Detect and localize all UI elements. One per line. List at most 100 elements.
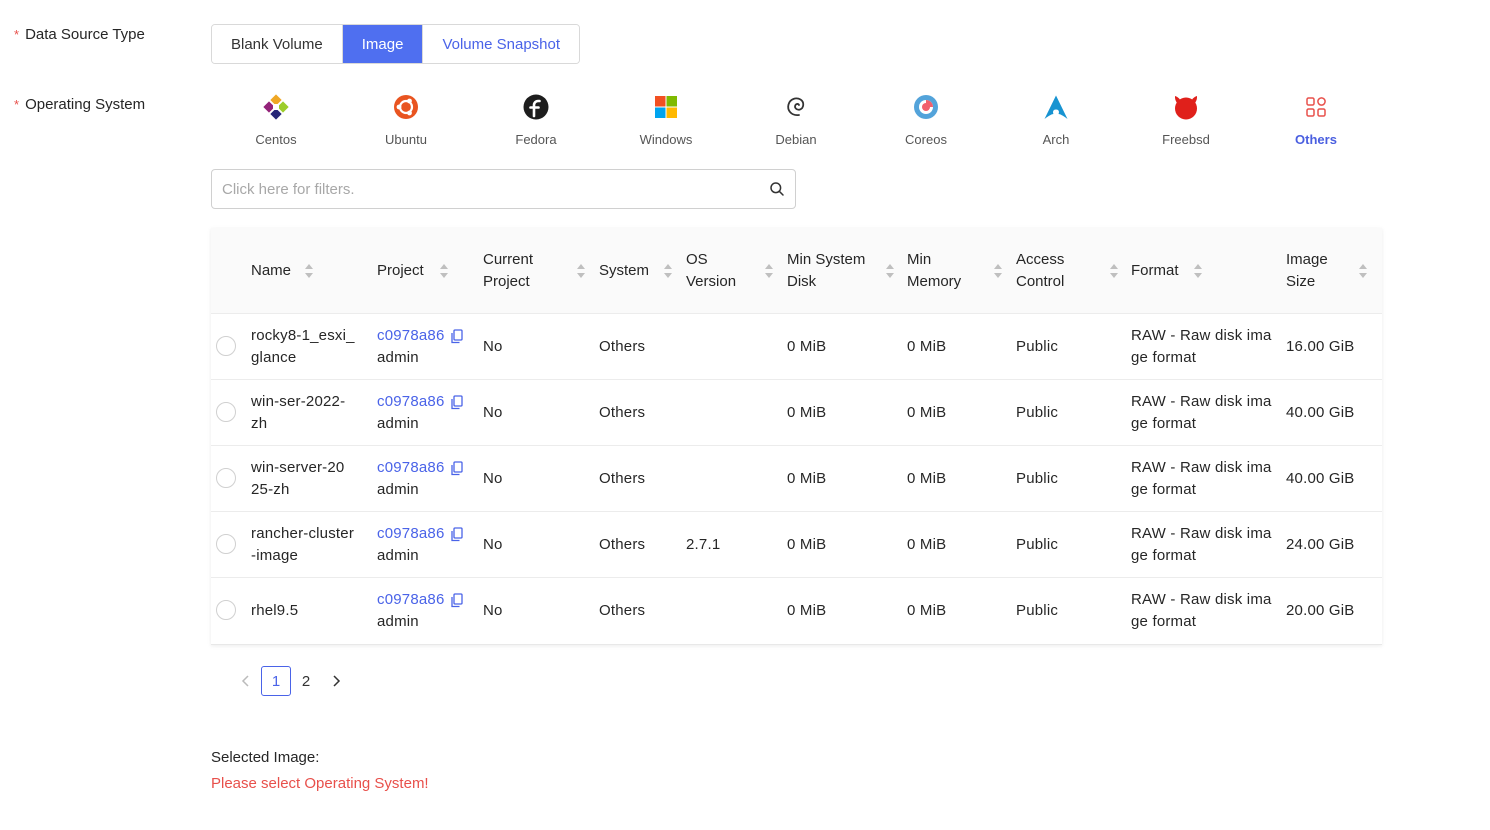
project-id-link[interactable]: c0978a86 bbox=[377, 589, 463, 611]
sort-icon[interactable] bbox=[764, 263, 774, 279]
image-button[interactable]: Image bbox=[342, 25, 424, 63]
os-option-debian[interactable]: Debian bbox=[731, 88, 861, 148]
row-select-radio[interactable] bbox=[216, 534, 236, 554]
row-select-radio[interactable] bbox=[216, 336, 236, 356]
cell-access-control: Public bbox=[1016, 404, 1059, 421]
sort-icon[interactable] bbox=[576, 263, 586, 279]
os-option-others[interactable]: Others bbox=[1251, 88, 1381, 148]
column-header-image-size[interactable]: Image Size bbox=[1286, 228, 1328, 314]
sort-icon[interactable] bbox=[439, 263, 449, 279]
cell-access-control: Public bbox=[1016, 470, 1059, 487]
fedora-icon bbox=[521, 92, 551, 122]
cell-system: Others bbox=[599, 536, 646, 553]
sort-icon[interactable] bbox=[993, 263, 1003, 279]
cell-image-size: 40.00 GiB bbox=[1286, 470, 1355, 487]
next-page-button[interactable] bbox=[321, 666, 351, 696]
sort-icon[interactable] bbox=[304, 263, 314, 279]
debian-icon bbox=[781, 92, 811, 122]
data-source-type-text: Data Source Type bbox=[25, 26, 145, 43]
cell-name: rhel9.5 bbox=[251, 602, 299, 619]
cell-image-size: 20.00 GiB bbox=[1286, 602, 1355, 619]
column-header-min-memory[interactable]: Min Memory bbox=[907, 228, 961, 314]
cell-system: Others bbox=[599, 602, 646, 619]
column-header-project[interactable]: Project bbox=[377, 228, 424, 314]
os-label: Fedora bbox=[515, 132, 557, 147]
os-option-arch[interactable]: Arch bbox=[991, 88, 1121, 148]
cell-current-project: No bbox=[483, 404, 503, 421]
project-name: admin bbox=[377, 613, 419, 630]
cell-current-project: No bbox=[483, 338, 503, 355]
volume-snapshot-button[interactable]: Volume Snapshot bbox=[423, 25, 580, 63]
table-row[interactable]: rhel9.5 c0978a86 admin No Others 0 MiB 0… bbox=[211, 578, 1382, 644]
cell-project: c0978a86 admin bbox=[377, 314, 463, 380]
column-header-os-version[interactable]: OS Version bbox=[686, 228, 736, 314]
page-1-button[interactable]: 1 bbox=[261, 666, 291, 696]
cell-format: RAW - Raw disk ima ge format bbox=[1131, 591, 1272, 630]
page-2-button[interactable]: 2 bbox=[291, 666, 321, 696]
search-icon[interactable] bbox=[769, 181, 785, 197]
column-header-current-project[interactable]: Current Project bbox=[483, 228, 533, 314]
row-select-radio[interactable] bbox=[216, 600, 236, 620]
cell-format: RAW - Raw disk ima ge format bbox=[1131, 459, 1272, 498]
cell-min-disk: 0 MiB bbox=[787, 338, 827, 355]
os-option-freebsd[interactable]: Freebsd bbox=[1121, 88, 1251, 148]
cell-image-size: 16.00 GiB bbox=[1286, 338, 1355, 355]
copy-icon[interactable] bbox=[450, 328, 463, 344]
column-header-name[interactable]: Name bbox=[251, 228, 291, 314]
data-source-type-label: * Data Source Type bbox=[14, 26, 145, 43]
os-option-centos[interactable]: Centos bbox=[211, 88, 341, 148]
sort-icon[interactable] bbox=[1193, 263, 1203, 279]
column-header-min-system-disk[interactable]: Min System Disk bbox=[787, 228, 865, 314]
freebsd-icon bbox=[1171, 92, 1201, 122]
cell-image-size: 24.00 GiB bbox=[1286, 536, 1355, 553]
os-option-fedora[interactable]: Fedora bbox=[471, 88, 601, 148]
sort-icon[interactable] bbox=[1109, 263, 1119, 279]
centos-icon bbox=[261, 92, 291, 122]
arch-icon bbox=[1041, 92, 1071, 122]
ubuntu-icon bbox=[391, 92, 421, 122]
row-select-radio[interactable] bbox=[216, 468, 236, 488]
data-source-type-selector: Blank Volume Image Volume Snapshot bbox=[211, 24, 581, 64]
table-row[interactable]: win-server-20 25-zh c0978a86 admin No Oth… bbox=[211, 446, 1382, 512]
cell-project: c0978a86 admin bbox=[377, 380, 463, 446]
cell-format: RAW - Raw disk ima ge format bbox=[1131, 393, 1272, 432]
column-header-system[interactable]: System bbox=[599, 228, 649, 314]
sort-icon[interactable] bbox=[663, 263, 673, 279]
copy-icon[interactable] bbox=[450, 394, 463, 410]
row-select-radio[interactable] bbox=[216, 402, 236, 422]
sort-icon[interactable] bbox=[885, 263, 895, 279]
project-id-link[interactable]: c0978a86 bbox=[377, 523, 463, 545]
cell-min-disk: 0 MiB bbox=[787, 470, 827, 487]
table-row[interactable]: rocky8-1_esxi_ glance c0978a86 admin No O… bbox=[211, 314, 1382, 380]
cell-current-project: No bbox=[483, 470, 503, 487]
os-option-coreos[interactable]: Coreos bbox=[861, 88, 991, 148]
column-header-access-control[interactable]: Access Control bbox=[1016, 228, 1064, 314]
sort-icon[interactable] bbox=[1358, 263, 1368, 279]
project-id-link[interactable]: c0978a86 bbox=[377, 325, 463, 347]
copy-icon[interactable] bbox=[450, 526, 463, 542]
copy-icon[interactable] bbox=[450, 592, 463, 608]
windows-icon bbox=[651, 92, 681, 122]
cell-min-memory: 0 MiB bbox=[907, 470, 947, 487]
cell-min-disk: 0 MiB bbox=[787, 404, 827, 421]
cell-os-version: 2.7.1 bbox=[686, 536, 721, 553]
os-option-windows[interactable]: Windows bbox=[601, 88, 731, 148]
cell-name: rocky8-1_esxi_ glance bbox=[251, 327, 355, 366]
cell-image-size: 40.00 GiB bbox=[1286, 404, 1355, 421]
cell-project: c0978a86 admin bbox=[377, 446, 463, 512]
os-option-ubuntu[interactable]: Ubuntu bbox=[341, 88, 471, 148]
project-name: admin bbox=[377, 349, 419, 366]
table-row[interactable]: win-ser-2022- zh c0978a86 admin No Others… bbox=[211, 380, 1382, 446]
cell-format: RAW - Raw disk ima ge format bbox=[1131, 525, 1272, 564]
table-row[interactable]: rancher-cluster -image c0978a86 admin No … bbox=[211, 512, 1382, 578]
os-label: Windows bbox=[639, 132, 693, 147]
column-header-format[interactable]: Format bbox=[1131, 228, 1179, 314]
project-id-link[interactable]: c0978a86 bbox=[377, 391, 463, 413]
os-label: Others bbox=[1295, 132, 1337, 147]
project-id-link[interactable]: c0978a86 bbox=[377, 457, 463, 479]
copy-icon[interactable] bbox=[450, 460, 463, 476]
blank-volume-button[interactable]: Blank Volume bbox=[212, 25, 343, 63]
prev-page-button[interactable] bbox=[231, 666, 261, 696]
os-label: Centos bbox=[255, 132, 297, 147]
filter-input[interactable] bbox=[222, 180, 769, 198]
